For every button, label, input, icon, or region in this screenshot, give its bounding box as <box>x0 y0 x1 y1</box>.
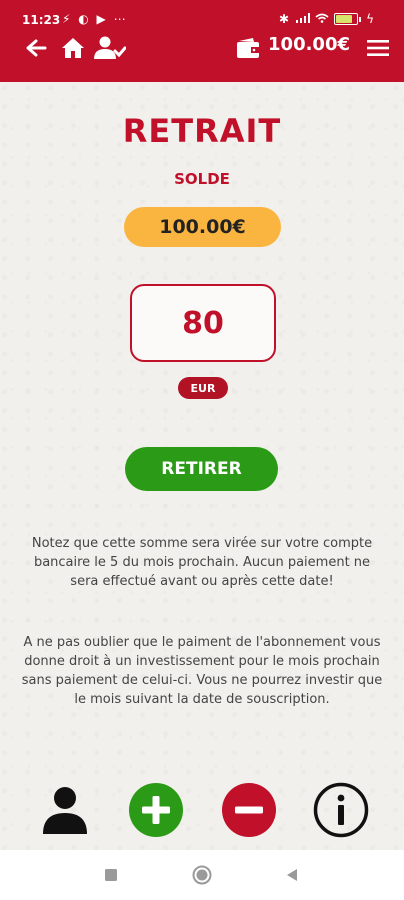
user-check-icon[interactable] <box>93 32 127 64</box>
status-notification-icons: ⚡ ◐ ▶ ⋯ <box>62 12 128 26</box>
currency-badge: EUR <box>178 377 228 399</box>
wifi-icon <box>315 12 329 26</box>
app-header: 11:23 ⚡ ◐ ▶ ⋯ ✱ ϟ 100.00€ <box>0 0 404 82</box>
remove-icon[interactable] <box>221 782 277 838</box>
wallet-icon[interactable] <box>234 32 262 64</box>
notice-subscription: A ne pas oublier que le paiment de l'abo… <box>21 635 383 707</box>
info-icon[interactable] <box>313 782 369 838</box>
status-system-icons: ✱ ϟ <box>279 12 376 26</box>
notice-payment-date: Notez que cette somme sera virée sur vot… <box>31 536 373 589</box>
back-arrow-icon[interactable] <box>22 32 50 64</box>
signal-icon <box>296 12 311 26</box>
solde-label: SOLDE <box>174 170 230 188</box>
bluetooth-icon: ✱ <box>279 12 292 26</box>
add-icon[interactable] <box>128 782 184 838</box>
home-circle-icon[interactable] <box>182 850 222 900</box>
solde-badge: 100.00€ <box>124 207 281 247</box>
battery-cap <box>359 16 362 22</box>
page-title: RETRAIT <box>122 112 282 150</box>
header-balance: 100.00€ <box>268 34 350 55</box>
menu-icon[interactable] <box>364 32 392 64</box>
charging-icon: ϟ <box>366 12 376 26</box>
status-time: 11:23 <box>22 13 61 27</box>
recents-icon[interactable] <box>91 850 131 900</box>
withdraw-button[interactable]: RETIRER <box>125 447 278 491</box>
system-nav-bar <box>0 850 404 900</box>
amount-input[interactable]: 80 <box>130 284 276 362</box>
home-icon[interactable] <box>59 32 87 64</box>
profile-icon[interactable] <box>37 782 93 838</box>
battery-icon <box>334 13 359 25</box>
back-triangle-icon[interactable] <box>272 850 312 900</box>
